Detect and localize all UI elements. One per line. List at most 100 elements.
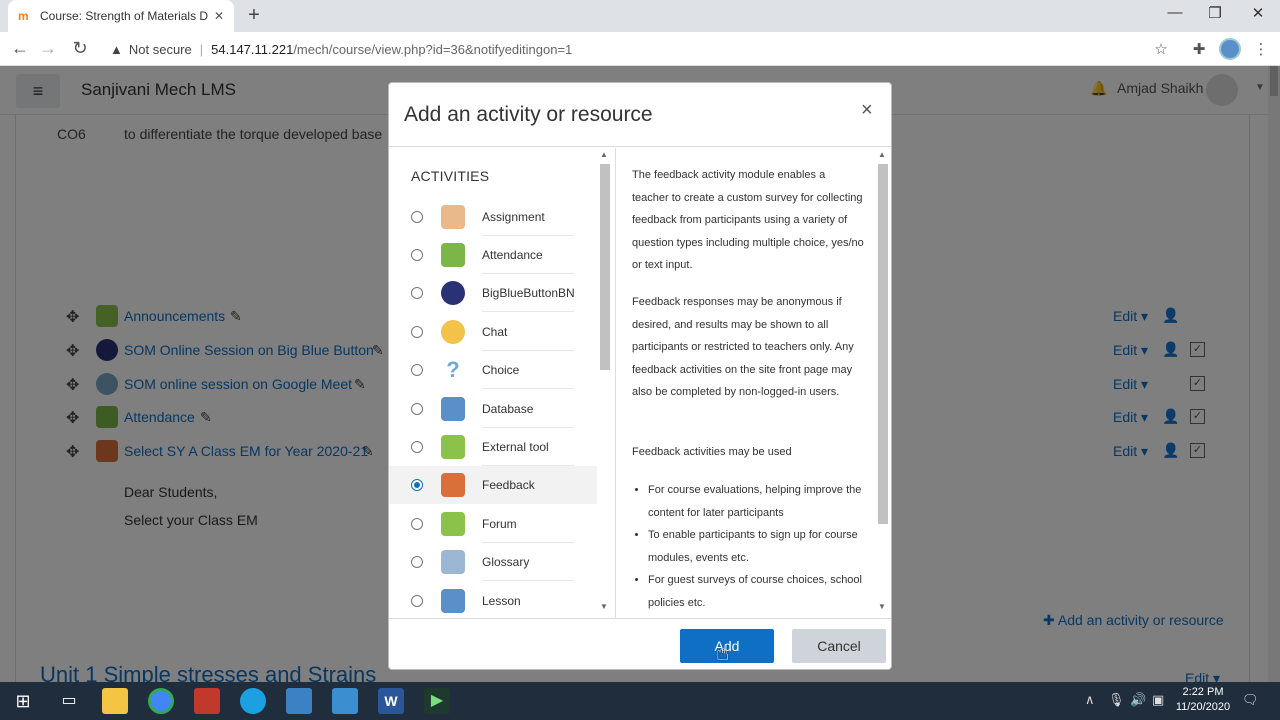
forum-icon <box>441 512 465 536</box>
option-assignment[interactable]: Assignment <box>389 198 597 236</box>
notifications-icon[interactable]: 🗨 <box>1242 692 1259 708</box>
close-icon[interactable]: × <box>861 99 873 122</box>
option-radio[interactable] <box>411 249 423 261</box>
help-paragraph: Feedback activities may be used <box>632 446 792 458</box>
cancel-button[interactable]: Cancel <box>792 629 886 663</box>
option-database[interactable]: Database <box>389 390 597 428</box>
moodle-favicon-icon: m <box>18 9 29 23</box>
help-list-item: For course evaluations, helping improve … <box>648 479 864 524</box>
activities-heading: ACTIVITIES <box>411 168 490 184</box>
option-label: Chat <box>482 325 508 339</box>
option-glossary[interactable]: Glossary <box>389 543 597 581</box>
browser-tab[interactable]: m Course: Strength of Materials Div ✕ <box>8 0 234 32</box>
close-window-button[interactable]: ✕ <box>1243 4 1273 22</box>
help-paragraph: Feedback responses may be anonymous if d… <box>632 296 854 398</box>
option-feedback[interactable]: Feedback <box>389 466 597 504</box>
scroll-up-icon[interactable]: ▲ <box>600 150 608 159</box>
help-list: For course evaluations, helping improve … <box>632 479 864 614</box>
mail-icon[interactable] <box>332 688 358 714</box>
reload-icon[interactable]: ↻ <box>68 38 92 59</box>
bigbluebutton-icon <box>441 281 465 305</box>
bookmark-star-icon[interactable]: ☆ <box>1150 40 1172 58</box>
activity-chooser-list: ACTIVITIES Assignment Attendance BigBlue… <box>389 148 613 618</box>
scroll-down-icon[interactable]: ▼ <box>878 602 886 611</box>
warning-icon: ▲ <box>110 41 123 57</box>
option-label: Database <box>482 402 534 416</box>
hand-cursor-icon: ☝ <box>716 640 730 665</box>
assignment-icon <box>441 205 465 229</box>
edge-icon[interactable] <box>240 688 266 714</box>
option-label: Assignment <box>482 210 545 224</box>
task-view-icon[interactable]: ▭ <box>56 688 82 714</box>
system-clock[interactable]: 2:22 PM 11/20/2020 <box>1172 685 1234 715</box>
lesson-icon <box>441 589 465 613</box>
url-host: 54.147.11.221 <box>211 41 294 57</box>
not-secure-label: Not secure <box>128 41 192 57</box>
profile-avatar[interactable] <box>1219 38 1241 60</box>
option-radio[interactable] <box>411 211 423 223</box>
option-radio[interactable] <box>411 326 423 338</box>
option-radio[interactable] <box>411 595 423 607</box>
option-chat[interactable]: Chat <box>389 313 597 351</box>
option-label: BigBlueButtonBN <box>482 286 575 300</box>
option-label: Lesson <box>482 594 521 608</box>
option-forum[interactable]: Forum <box>389 505 597 543</box>
tray-chevron-icon[interactable]: ∧ <box>1085 692 1095 708</box>
word-icon[interactable]: W <box>378 688 404 714</box>
option-radio[interactable] <box>411 556 423 568</box>
add-activity-modal: Add an activity or resource × ACTIVITIES… <box>388 82 892 670</box>
modal-footer: Add Cancel <box>389 618 891 670</box>
option-radio[interactable] <box>411 518 423 530</box>
media-app-icon[interactable]: ▶ <box>424 688 450 714</box>
option-radio[interactable] <box>411 287 423 299</box>
browser-menu-icon[interactable]: ⋮ <box>1250 40 1272 58</box>
help-list-item: For guest surveys of course choices, sch… <box>648 569 864 614</box>
windows-start-icon[interactable]: ⊞ <box>10 688 36 714</box>
option-bigbluebuttonbn[interactable]: BigBlueButtonBN <box>389 274 597 312</box>
attendance-icon <box>441 243 465 267</box>
option-lesson[interactable]: Lesson <box>389 582 597 618</box>
pdf-reader-icon[interactable] <box>194 688 220 714</box>
option-label: Attendance <box>482 248 543 262</box>
option-attendance[interactable]: Attendance <box>389 236 597 274</box>
volume-icon[interactable]: 🔊 <box>1130 692 1146 708</box>
network-icon[interactable]: ▣ <box>1152 692 1164 708</box>
address-bar[interactable]: ▲ Not secure | 54.147.11.221 /mech/cours… <box>100 36 1180 62</box>
chrome-icon[interactable] <box>148 688 174 714</box>
browser-toolbar: ← → ↻ ▲ Not secure | 54.147.11.221 /mech… <box>0 32 1280 66</box>
forward-arrow-icon[interactable]: → <box>36 38 60 59</box>
megaphone-icon <box>441 473 465 497</box>
file-explorer-icon[interactable] <box>102 688 128 714</box>
glossary-icon <box>441 550 465 574</box>
tab-title: Course: Strength of Materials Div <box>40 9 208 23</box>
address-separator: | <box>199 41 204 57</box>
option-label: Choice <box>482 363 520 377</box>
scroll-up-icon[interactable]: ▲ <box>878 150 886 159</box>
database-icon <box>441 397 465 421</box>
extensions-puzzle-icon[interactable]: ✚ <box>1188 40 1210 58</box>
url-path: /mech/course/view.php?id=36&notifyeditin… <box>293 41 573 57</box>
option-choice[interactable]: ? Choice <box>389 351 597 389</box>
scroll-down-icon[interactable]: ▼ <box>600 602 608 611</box>
option-radio[interactable] <box>411 364 423 376</box>
option-radio[interactable] <box>411 441 423 453</box>
choice-icon: ? <box>446 357 460 382</box>
windows-taskbar: ⊞ ▭ W ▶ ∧ 🎙 🔊 ▣ 2:22 PM 11/20/2020 🗨 <box>0 682 1280 720</box>
list-scrollbar[interactable]: ▲ ▼ <box>599 150 611 612</box>
option-radio-selected[interactable] <box>411 479 423 491</box>
modal-header: Add an activity or resource × <box>389 83 891 147</box>
activity-help-pane: The feedback activity module enables a t… <box>615 148 891 618</box>
option-radio[interactable] <box>411 403 423 415</box>
back-arrow-icon[interactable]: ← <box>8 38 32 59</box>
microphone-icon[interactable]: 🎙 <box>1108 692 1125 708</box>
chat-icon <box>441 320 465 344</box>
help-scrollbar[interactable]: ▲ ▼ <box>877 150 889 612</box>
new-tab-button[interactable]: + <box>243 4 265 27</box>
store-icon[interactable] <box>286 688 312 714</box>
option-external-tool[interactable]: External tool <box>389 428 597 466</box>
option-label: Forum <box>482 517 517 531</box>
close-tab-icon[interactable]: ✕ <box>214 9 224 23</box>
minimize-button[interactable]: — <box>1160 4 1190 21</box>
help-paragraph: The feedback activity module enables a t… <box>632 169 864 271</box>
restore-button[interactable]: ❐ <box>1200 4 1230 22</box>
